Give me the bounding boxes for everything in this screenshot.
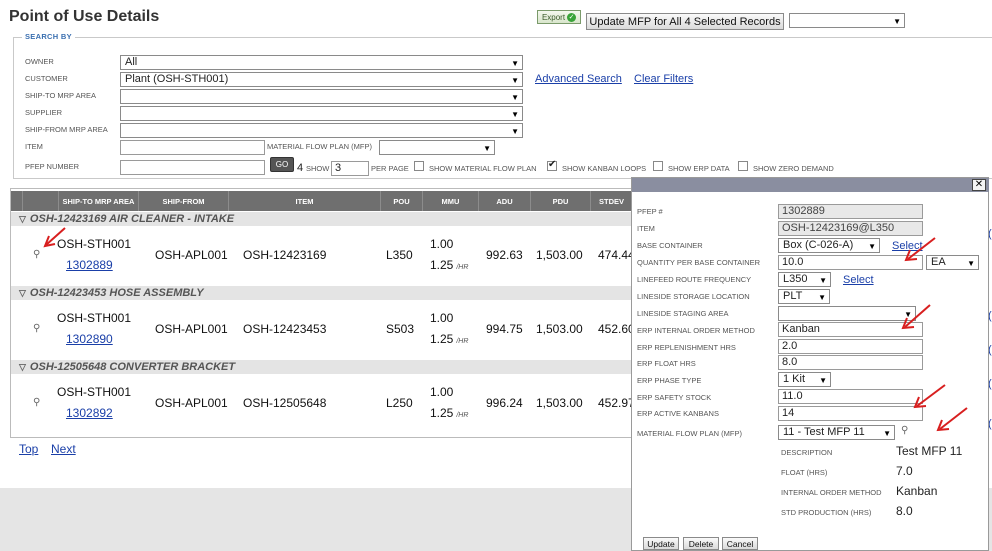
annotation-arrow (936, 407, 968, 432)
annotation-arrow (913, 384, 946, 409)
annotation-arrow (901, 304, 931, 330)
annotation-arrow (904, 237, 936, 262)
annotation-arrow (43, 227, 66, 248)
annotation-arrows (43, 227, 968, 432)
